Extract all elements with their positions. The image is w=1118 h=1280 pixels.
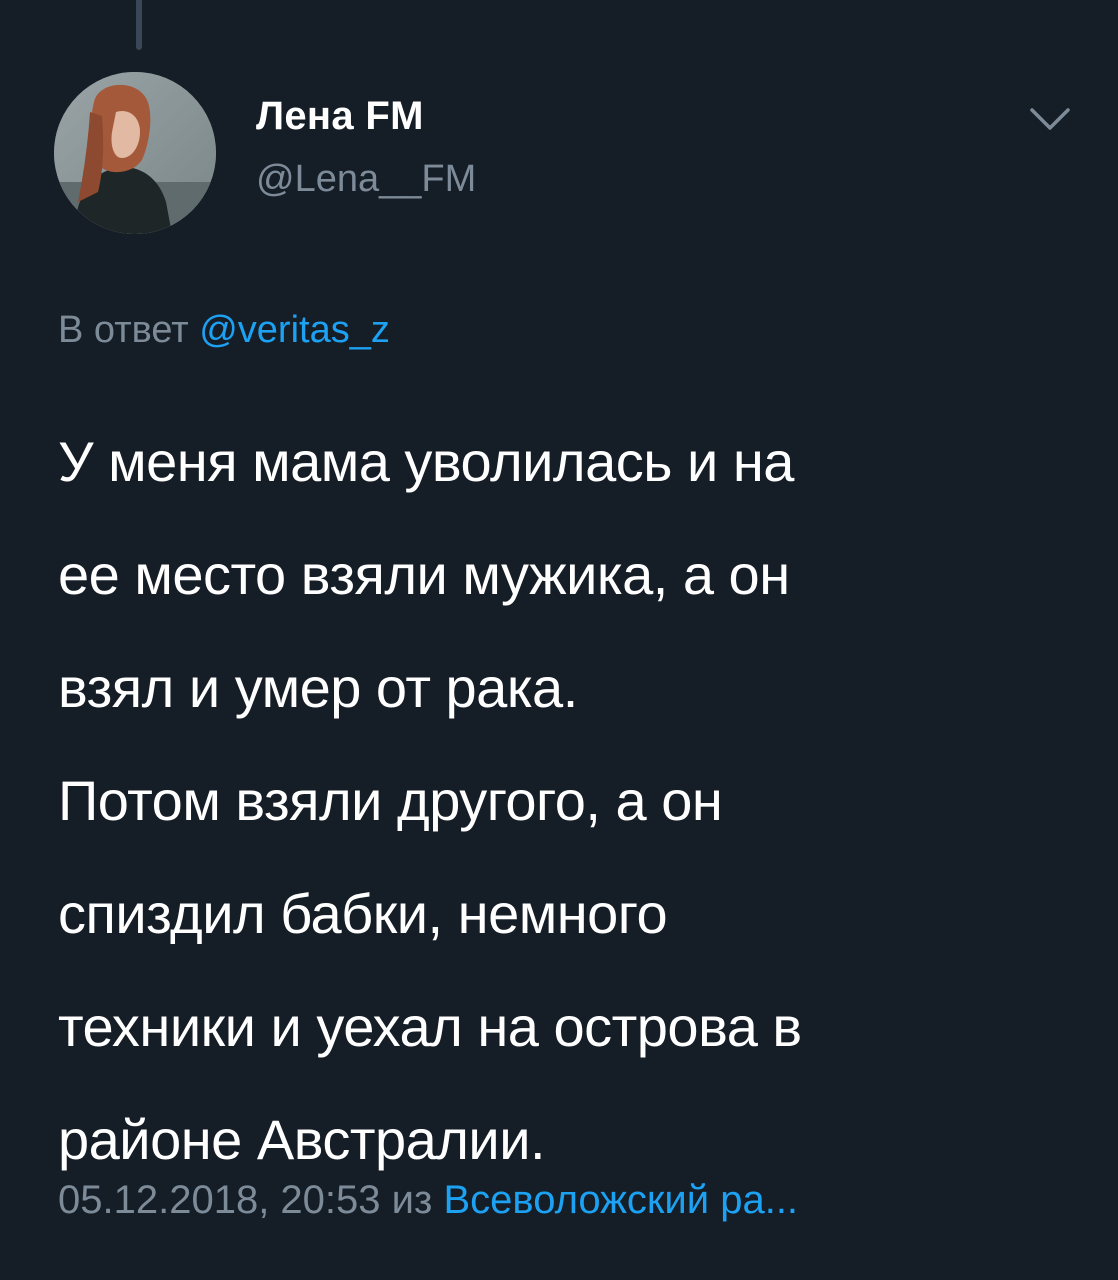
tweet-text-line: У меня мама уволилась и на [58,430,794,493]
tweet-text-line: ее место взяли мужика, а он [58,543,790,606]
tweet-text-line: Потом взяли другого, а он [58,769,723,832]
author-display-name[interactable]: Лена FM [256,94,424,139]
avatar[interactable] [54,72,216,234]
tweet-text-line: спиздил бабки, немного [58,882,668,945]
tweet-text-line: техники и уехал на острова в [58,995,802,1058]
tweet-timestamp[interactable]: 05.12.2018, 20:53 [58,1178,381,1222]
reply-context: В ответ @veritas_z [58,309,390,352]
tweet-text-line: взял и умер от рака. [58,656,578,719]
reply-prefix: В ответ [58,309,189,351]
thread-connector-line [136,0,142,50]
source-prefix: из [391,1178,433,1222]
tweet-meta: 05.12.2018, 20:53 из Всеволожский ра... [58,1178,798,1223]
tweet-source-link[interactable]: Всеволожский ра... [443,1178,798,1222]
chevron-down-icon[interactable] [1028,104,1072,134]
reply-mention-link[interactable]: @veritas_z [199,309,390,351]
tweet-text: У меня мама уволилась и на ее место взял… [58,405,1068,1196]
author-handle[interactable]: @Lena__FM [256,158,476,201]
avatar-image [54,72,216,234]
